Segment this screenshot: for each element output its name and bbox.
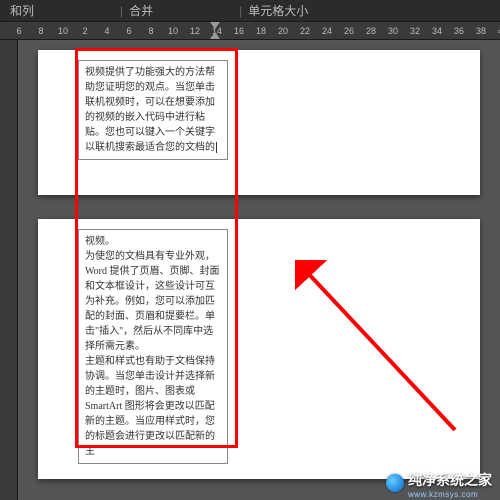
indent-marker-icon[interactable] xyxy=(210,22,220,29)
ruler-tick: 16 xyxy=(228,26,250,36)
ruler-tick: 28 xyxy=(360,26,382,36)
ruler-tick: 36 xyxy=(448,26,470,36)
text-frame[interactable]: 视频。 为使您的文档具有专业外观，Word 提供了页眉、页脚、封面和文本框设计，… xyxy=(78,229,228,464)
ribbon-separator: | xyxy=(120,4,123,18)
ruler-tick: 10 xyxy=(162,26,184,36)
indent-marker-icon[interactable] xyxy=(210,32,220,39)
document-page-1[interactable]: 视频提供了功能强大的方法帮助您证明您的观点。当您单击联机视频时，可以在想要添加的… xyxy=(38,50,480,195)
ruler-tick: 4 xyxy=(96,26,118,36)
text-cursor-icon xyxy=(216,142,217,153)
horizontal-ruler[interactable]: 6810246810121416182022242628303234363840… xyxy=(0,22,500,40)
page-area[interactable]: 视频提供了功能强大的方法帮助您证明您的观点。当您单击联机视频时，可以在想要添加的… xyxy=(18,40,500,500)
ribbon-group-cellsize[interactable]: 单元格大小 xyxy=(248,2,388,19)
ruler-tick: 34 xyxy=(426,26,448,36)
ruler-tick: 8 xyxy=(140,26,162,36)
body-text: 主题和样式也有助于文档保持协调。当您单击设计并选择新的主题时，图片、图表或 Sm… xyxy=(85,354,221,459)
text-frame[interactable]: 视频提供了功能强大的方法帮助您证明您的观点。当您单击联机视频时，可以在想要添加的… xyxy=(78,60,228,160)
workspace: 视频提供了功能强大的方法帮助您证明您的观点。当您单击联机视频时，可以在想要添加的… xyxy=(0,40,500,500)
ribbon-group-merge[interactable]: 合并 xyxy=(129,2,233,19)
ruler-tick: 24 xyxy=(316,26,338,36)
ruler-tick: 2 xyxy=(74,26,96,36)
ruler-tick: 20 xyxy=(272,26,294,36)
ruler-tick: 22 xyxy=(294,26,316,36)
ruler-tick: 18 xyxy=(250,26,272,36)
body-text: 视频提供了功能强大的方法帮助您证明您的观点。当您单击联机视频时，可以在想要添加的… xyxy=(85,67,215,153)
ruler-tick: 8 xyxy=(30,26,52,36)
ruler-tick: 38 xyxy=(470,26,492,36)
document-page-2[interactable]: 视频。 为使您的文档具有专业外观，Word 提供了页眉、页脚、封面和文本框设计，… xyxy=(38,219,480,479)
ruler-tick: 32 xyxy=(404,26,426,36)
ribbon-separator: | xyxy=(239,4,242,18)
body-text: 视频。 xyxy=(85,234,221,249)
ruler-tick: 26 xyxy=(338,26,360,36)
ruler-tick: 10 xyxy=(52,26,74,36)
ribbon-toolbar: 和列 | 合并 | 单元格大小 xyxy=(0,0,500,22)
ruler-tick: 6 xyxy=(118,26,140,36)
body-text: 为使您的文档具有专业外观，Word 提供了页眉、页脚、封面和文本框设计，这些设计… xyxy=(85,249,221,354)
ruler-tick: 40 xyxy=(492,26,500,36)
ruler-tick: 12 xyxy=(184,26,206,36)
vertical-ruler[interactable] xyxy=(0,40,18,500)
ruler-tick: 30 xyxy=(382,26,404,36)
ribbon-group-rowcol[interactable]: 和列 xyxy=(10,2,114,19)
ruler-tick: 6 xyxy=(8,26,30,36)
